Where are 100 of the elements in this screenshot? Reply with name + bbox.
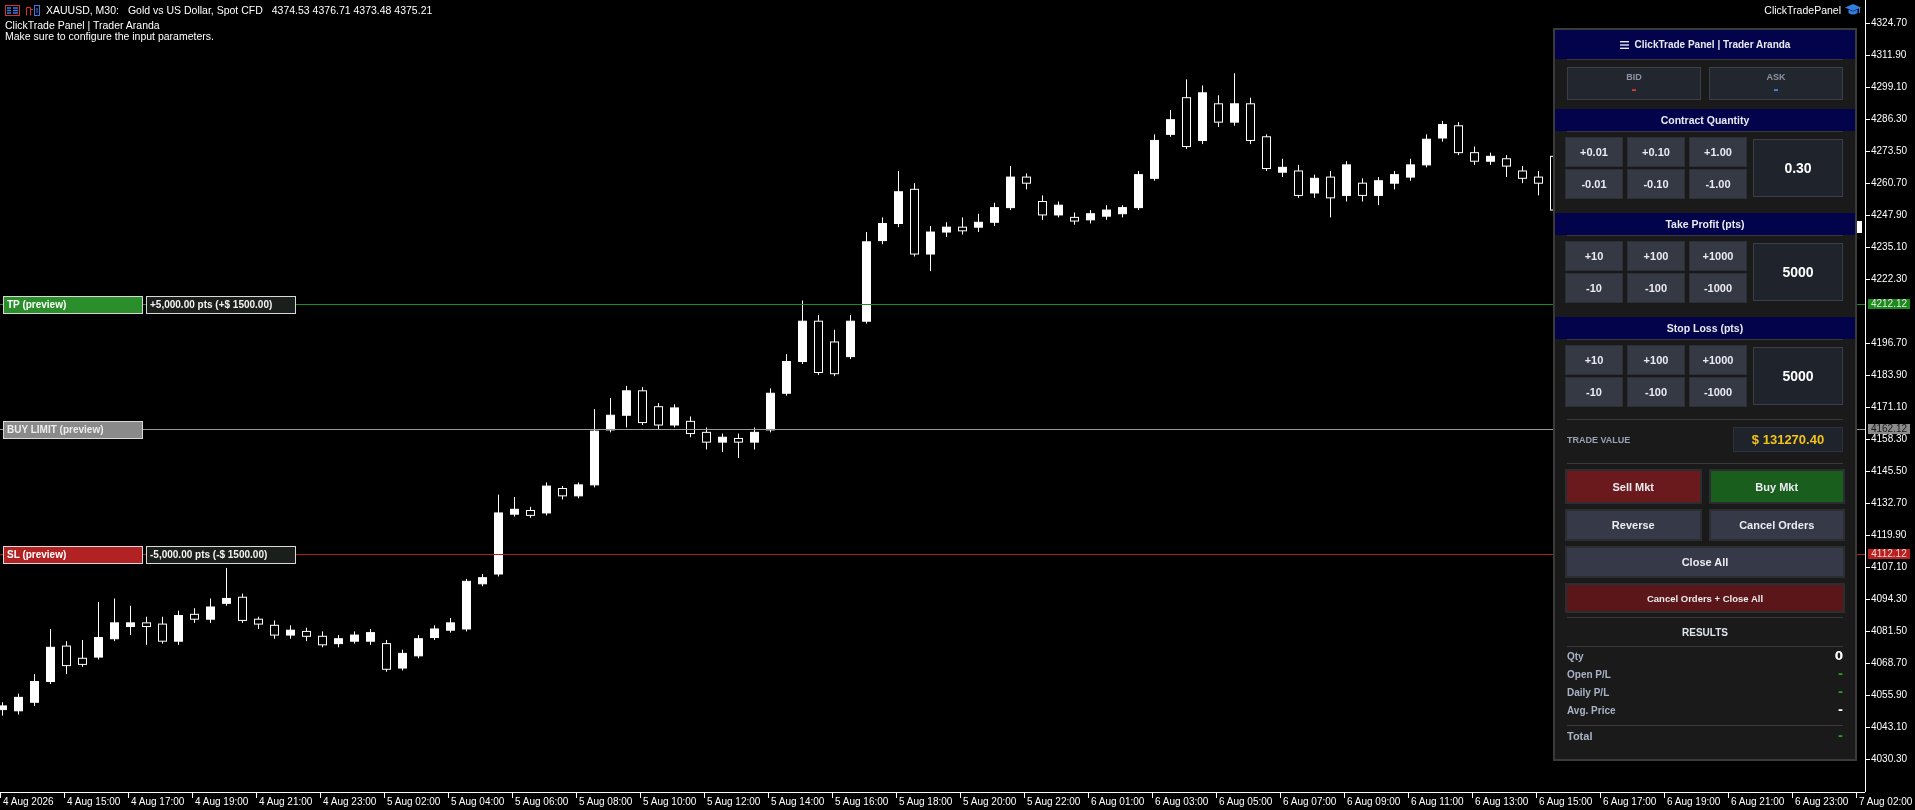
level-label: BUY LIMIT (preview): [3, 421, 143, 439]
time-label: 4 Aug 17:00: [128, 793, 185, 808]
price-label: 4030.30: [1866, 754, 1908, 764]
time-label: 6 Aug 19:00: [1664, 793, 1721, 808]
step-button[interactable]: -100: [1627, 273, 1685, 303]
price-tag: 4212.12: [1868, 299, 1910, 309]
result-value: -: [1838, 667, 1843, 681]
result-label: Avg. Price: [1567, 704, 1616, 716]
action-button[interactable]: Close All: [1565, 546, 1845, 578]
chart-description: Gold vs US Dollar, Spot CFD: [127, 5, 263, 16]
table-icon[interactable]: [5, 5, 20, 16]
step-button[interactable]: +0.01: [1565, 137, 1623, 167]
action-button[interactable]: Reverse: [1565, 509, 1702, 541]
results-title: RESULTS: [1681, 625, 1729, 640]
price-label: 4260.70: [1866, 178, 1908, 188]
total-value: -: [1838, 729, 1843, 743]
quote-value: -: [1631, 83, 1637, 97]
price-label: 4145.50: [1866, 466, 1908, 476]
step-button[interactable]: -0.01: [1565, 169, 1623, 199]
step-button[interactable]: -100: [1627, 377, 1685, 407]
result-label: Qty: [1567, 650, 1584, 662]
panel-title: ClickTrade Panel | Trader Aranda: [1634, 39, 1791, 50]
result-value: -: [1838, 685, 1843, 699]
step-button[interactable]: -1000: [1689, 273, 1747, 303]
step-button[interactable]: -0.10: [1627, 169, 1685, 199]
chart-symbol: XAUUSD, M30:: [46, 5, 119, 16]
time-label: 6 Aug 03:00: [1152, 793, 1209, 808]
price-label: 4222.30: [1866, 274, 1908, 284]
price-tag: 4112.12: [1868, 549, 1910, 559]
buy-button[interactable]: Buy Mkt: [1708, 469, 1845, 504]
price-label: 4273.50: [1866, 146, 1908, 156]
step-button[interactable]: +0.10: [1627, 137, 1685, 167]
section-header: Take Profit (pts): [1555, 213, 1855, 235]
price-label: 4119.90: [1866, 530, 1907, 540]
trade-value-display: $ 131270.40: [1733, 427, 1843, 452]
step-button[interactable]: -1000: [1689, 377, 1747, 407]
time-label: 5 Aug 02:00: [384, 793, 441, 808]
result-label: Daily P/L: [1567, 686, 1610, 698]
step-button[interactable]: +10: [1565, 241, 1623, 271]
time-label: 6 Aug 05:00: [1216, 793, 1273, 808]
price-label: 4247.90: [1866, 210, 1908, 220]
step-button[interactable]: +100: [1627, 345, 1685, 375]
price-label: 4183.90: [1866, 370, 1908, 380]
time-label: 5 Aug 12:00: [704, 793, 761, 808]
status-message: Make sure to configure the input parameters.: [5, 31, 214, 42]
value-display: 0.30: [1753, 139, 1843, 197]
time-label: 5 Aug 22:00: [1024, 793, 1081, 808]
expert-name: ClickTradePanel: [1764, 4, 1841, 16]
value-display: 5000: [1753, 347, 1843, 405]
price-label: 4107.10: [1866, 562, 1908, 572]
step-button[interactable]: +100: [1627, 241, 1685, 271]
step-button[interactable]: +10: [1565, 345, 1623, 375]
section-header: Stop Loss (pts): [1555, 317, 1855, 339]
step-button[interactable]: +1000: [1689, 241, 1747, 271]
candle: [1857, 221, 1862, 233]
price-label: 4081.50: [1866, 626, 1908, 636]
quote-label: BID: [1626, 72, 1642, 83]
time-label: 5 Aug 04:00: [448, 793, 505, 808]
result-value: 0: [1834, 649, 1843, 663]
menu-icon[interactable]: [1619, 40, 1629, 49]
sell-button[interactable]: Sell Mkt: [1565, 469, 1702, 504]
time-label: 4 Aug 2026: [0, 793, 54, 808]
level-info: -5,000.00 pts (-$ 1500.00): [146, 546, 296, 564]
time-label: 6 Aug 15:00: [1536, 793, 1593, 808]
value-display: 5000: [1753, 243, 1843, 301]
price-label: 4171.10: [1866, 402, 1908, 412]
time-label: 4 Aug 23:00: [320, 793, 377, 808]
time-label: 6 Aug 21:00: [1728, 793, 1785, 808]
result-value: -: [1838, 703, 1843, 717]
quote-label: ASK: [1766, 72, 1786, 83]
trade-value-label: TRADE VALUE: [1567, 434, 1631, 445]
time-label: 7 Aug 02:00: [1856, 793, 1913, 808]
step-button[interactable]: -1.00: [1689, 169, 1747, 199]
time-label: 4 Aug 21:00: [256, 793, 313, 808]
price-label: 4324.70: [1866, 18, 1908, 28]
price-label: 4299.10: [1866, 82, 1908, 92]
step-button[interactable]: +1.00: [1689, 137, 1747, 167]
price-label: 4158.30: [1866, 434, 1908, 444]
time-label: 5 Aug 16:00: [832, 793, 889, 808]
step-button[interactable]: -10: [1565, 273, 1623, 303]
time-label: 6 Aug 07:00: [1280, 793, 1337, 808]
step-button[interactable]: +1000: [1689, 345, 1747, 375]
total-label: Total: [1567, 730, 1593, 742]
quote-value: -: [1773, 83, 1779, 97]
time-label: 5 Aug 20:00: [960, 793, 1017, 808]
graduation-cap-icon[interactable]: [1845, 4, 1861, 16]
price-label: 4311.90: [1866, 50, 1907, 60]
time-label: 5 Aug 14:00: [768, 793, 825, 808]
time-label: 6 Aug 17:00: [1600, 793, 1657, 808]
time-label: 6 Aug 13:00: [1472, 793, 1529, 808]
level-label: TP (preview): [3, 296, 143, 314]
price-label: 4055.90: [1866, 690, 1908, 700]
action-button[interactable]: Cancel Orders: [1708, 509, 1845, 541]
time-label: 5 Aug 10:00: [640, 793, 697, 808]
step-button[interactable]: -10: [1565, 377, 1623, 407]
ohlc-values: 4374.53 4376.71 4373.48 4375.21: [271, 5, 433, 16]
action-button[interactable]: Cancel Orders + Close All: [1565, 583, 1845, 613]
bar-chart-icon[interactable]: [26, 5, 41, 16]
time-label: 6 Aug 01:00: [1088, 793, 1145, 808]
level-info: +5,000.00 pts (+$ 1500.00): [146, 296, 296, 314]
